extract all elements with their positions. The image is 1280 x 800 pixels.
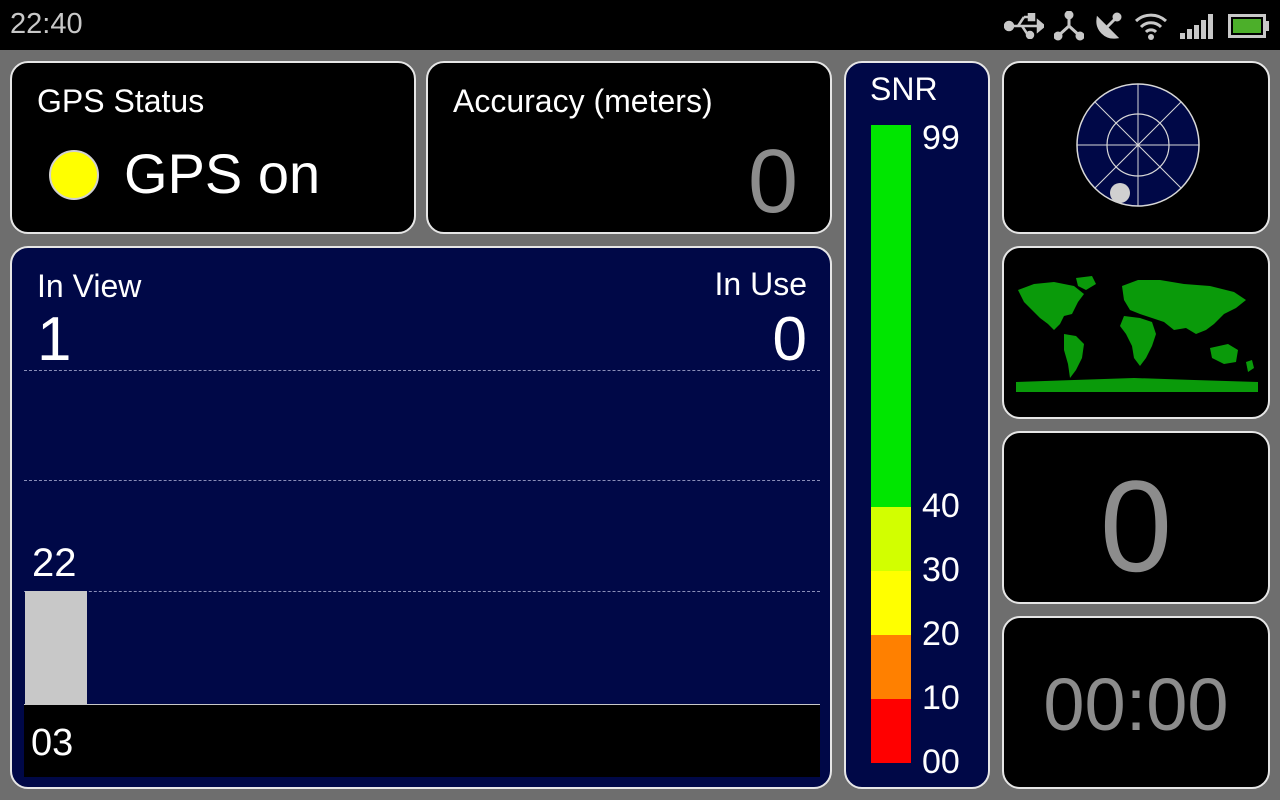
in-use-label: In Use [714,266,807,302]
debug-icon [1054,11,1084,41]
wifi-icon [1134,11,1168,41]
snr-tick-label: 30 [922,551,960,589]
snr-title: SNR [870,71,938,107]
count-panel[interactable]: 0 [1002,431,1270,604]
snr-scale-panel: SNR 9940302010994030201000 [844,61,990,789]
usb-icon [1004,13,1044,39]
prn-label: 03 [31,722,74,764]
world-map-button[interactable] [1002,246,1270,419]
timer-value: 00:00 [1043,663,1229,746]
gps-state: GPS on [124,142,321,205]
sky-radar-icon [1074,79,1202,216]
count-value: 0 [1099,453,1173,599]
snr-tick-label: 40 [922,487,960,525]
snr-segment: 20 [871,635,911,699]
signal-icon [1178,11,1218,41]
gps-satellite-icon [1094,11,1124,41]
snr-segment: 30 [871,571,911,635]
timer-panel[interactable]: 00:00 [1002,616,1270,789]
snr-bar [25,591,87,704]
grid-line [24,591,820,592]
snr-segment: 40 [871,507,911,571]
grid-line [24,370,820,371]
status-clock: 22:40 [10,8,83,40]
grid-line [24,480,820,481]
in-use-value: 0 [772,305,807,374]
prn-strip [24,704,820,777]
status-icons [1004,10,1270,42]
gps-status-title: GPS Status [37,83,205,119]
accuracy-panel[interactable]: Accuracy (meters) 0 [426,61,832,234]
snr-segment: 10 [871,699,911,763]
battery-icon [1228,13,1270,39]
in-view-label: In View [37,268,142,304]
sky-view-button[interactable] [1002,61,1270,234]
snr-tick-label: 10 [922,679,960,717]
status-bar: 22:40 [0,0,1280,50]
snr-tick-label: 20 [922,615,960,653]
accuracy-title: Accuracy (meters) [453,83,713,119]
snr-bar-value: 22 [32,541,77,585]
world-map-icon [1014,274,1260,399]
snr-tick-label: 00 [922,743,960,781]
accuracy-value: 0 [747,132,798,232]
snr-tick-label: 99 [922,119,960,157]
gps-status-panel[interactable]: GPS Status GPS on [10,61,416,234]
satellites-panel[interactable]: In View 1 In Use 0 22 03 [10,246,832,789]
snr-segment: 99 [871,125,911,507]
gps-indicator-icon [49,150,99,200]
in-view-value: 1 [37,305,72,374]
